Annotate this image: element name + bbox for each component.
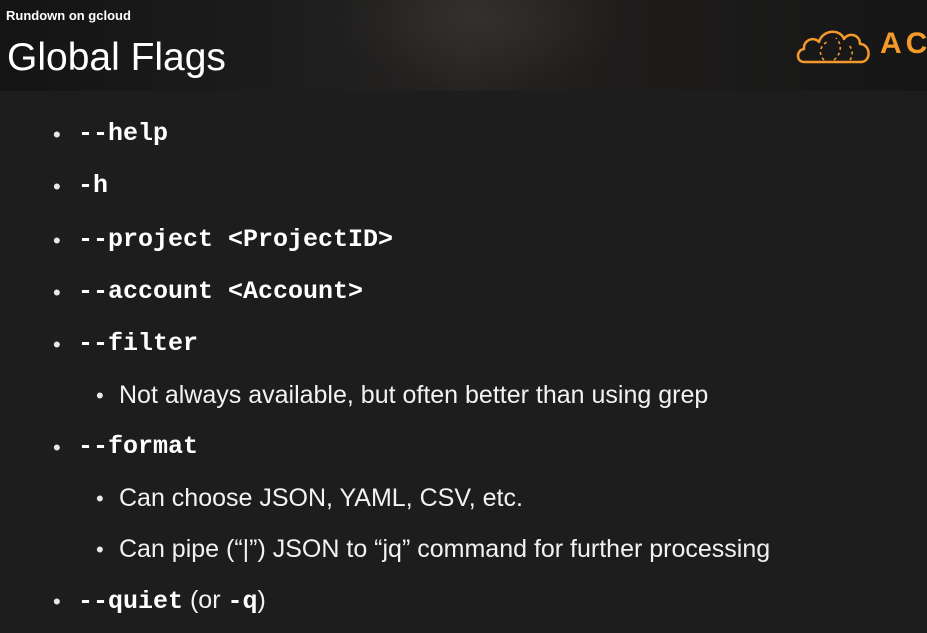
flag-h: -h <box>78 171 109 200</box>
flag-help: --help <box>78 119 169 148</box>
filter-note: Not always available, but often better t… <box>119 381 709 409</box>
section-subtitle: Rundown on gcloud <box>6 8 131 23</box>
bullet: • <box>53 122 61 147</box>
flag-project: --project <ProjectID> <box>78 225 394 254</box>
slide-title: Global Flags <box>7 36 226 79</box>
bullet: • <box>53 435 61 460</box>
flag-filter: --filter <box>78 329 199 358</box>
sub-bullet: • <box>96 486 104 511</box>
flag-quiet: --quiet <box>78 587 184 616</box>
brand-logo: AC <box>794 20 927 70</box>
bullet: • <box>53 589 61 614</box>
sub-bullet: • <box>96 537 104 562</box>
cloud-logo-icon <box>796 30 870 64</box>
sub-bullet: • <box>96 383 104 408</box>
slide-header: Rundown on gcloud Global Flags AC <box>0 0 927 91</box>
format-note-1: Can choose JSON, YAML, CSV, etc. <box>119 484 523 512</box>
quiet-line: --quiet (or -q) <box>78 586 266 616</box>
format-note-2: Can pipe (“|”) JSON to “jq” command for … <box>119 535 771 563</box>
flag-format: --format <box>78 432 199 461</box>
brand-logo-text: AC <box>880 27 927 60</box>
bullet: • <box>53 174 61 199</box>
slide: Rundown on gcloud Global Flags AC • --he… <box>0 0 927 633</box>
bullet: • <box>53 280 61 305</box>
flag-account: --account <Account> <box>78 277 364 306</box>
bullet: • <box>53 228 61 253</box>
quiet-close-text: ) <box>257 586 266 614</box>
header-background-photo <box>330 0 630 91</box>
quiet-open-text: (or <box>183 586 228 614</box>
bullet: • <box>53 332 61 357</box>
flag-quiet-short: -q <box>227 587 258 616</box>
